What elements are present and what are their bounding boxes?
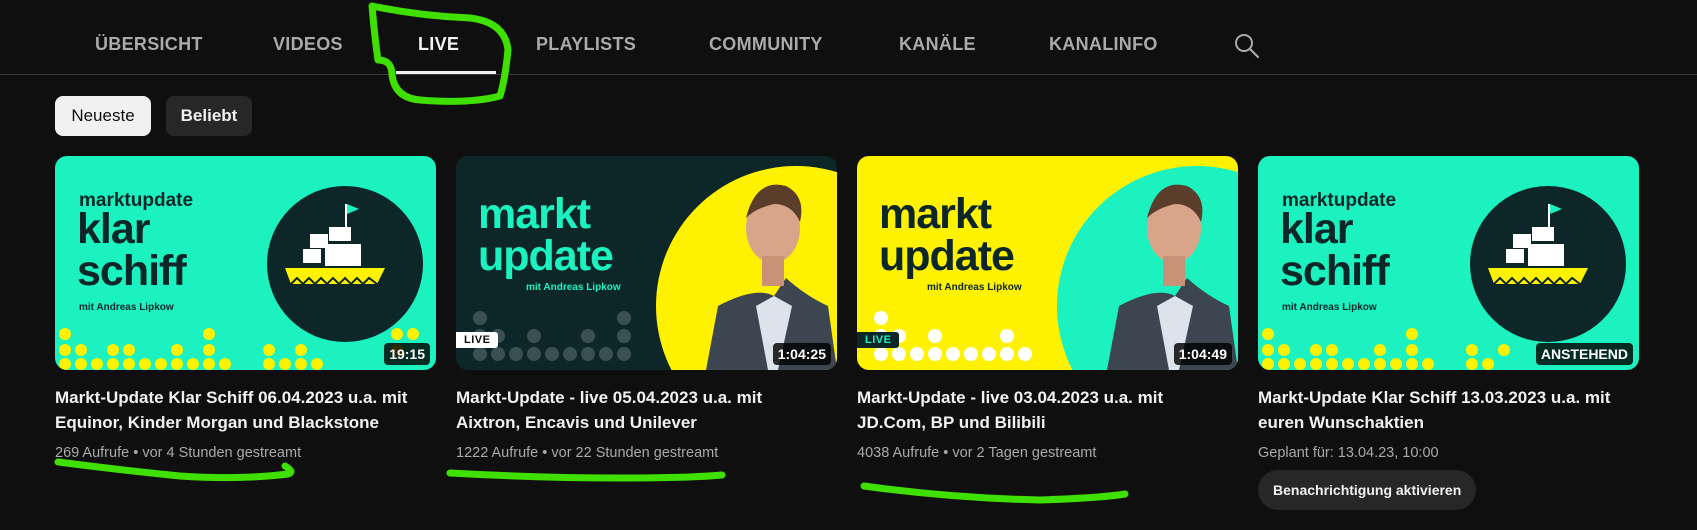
- thumbnail-subtitle: mit Andreas Lipkow: [1282, 302, 1377, 313]
- video-title-line: Equinor, Kinder Morgan und Blackstone: [55, 413, 379, 432]
- video-metadata: 1222 Aufrufe • vor 22 Stunden gestreamt: [456, 445, 719, 461]
- notify-button[interactable]: Benachrichtigung aktivieren: [1258, 470, 1477, 510]
- video-title-line: Markt-Update Klar Schiff 13.03.2023 u.a.…: [1258, 388, 1611, 407]
- thumbnail-headline-2: schiff: [1280, 247, 1390, 295]
- search-icon[interactable]: [1233, 32, 1261, 60]
- tab-channels[interactable]: KANÄLE: [899, 34, 976, 55]
- live-badge: LIVE: [857, 332, 900, 348]
- thumbnail-subtitle: mit Andreas Lipkow: [79, 302, 174, 313]
- tab-overview[interactable]: ÜBERSICHT: [95, 34, 203, 55]
- thumbnail-headline-1: klar: [1280, 205, 1354, 253]
- upcoming-badge: ANSTEHEND: [1535, 343, 1633, 365]
- annotation-underline: [54, 458, 295, 482]
- thumbnail-headline-1: markt: [879, 190, 992, 238]
- stream-age: vor 4 Stunden gestreamt: [142, 445, 302, 461]
- video-title-line: Markt-Update - live 05.04.2023 u.a. mit: [456, 388, 763, 407]
- video-thumbnail[interactable]: marktupdate klar schiff mit Andreas Lipk…: [55, 156, 436, 370]
- duration-badge: 1:04:49: [1173, 343, 1232, 365]
- thumbnail-headline-2: schiff: [77, 247, 187, 295]
- duration-badge: 1:04:25: [772, 343, 831, 365]
- tab-videos[interactable]: VIDEOS: [273, 34, 343, 55]
- live-badge: LIVE: [456, 332, 499, 348]
- stream-age: vor 2 Tagen gestreamt: [952, 445, 1097, 461]
- active-tab-indicator: [396, 71, 496, 74]
- stream-age: vor 22 Stunden gestreamt: [551, 445, 719, 461]
- tab-playlists[interactable]: PLAYLISTS: [536, 34, 636, 55]
- channel-tab-bar: ÜBERSICHT VIDEOS LIVE PLAYLISTS COMMUNIT…: [0, 0, 1697, 75]
- view-count: 4038 Aufrufe: [857, 445, 940, 461]
- filter-chip-newest[interactable]: Neueste: [55, 96, 151, 136]
- annotation-underline: [860, 482, 1129, 504]
- thumbnail-headline-1: klar: [77, 205, 151, 253]
- video-title-line: Markt-Update Klar Schiff 06.04.2023 u.a.…: [55, 388, 408, 407]
- video-thumbnail[interactable]: marktupdate klar schiff mit Andreas Lipk…: [1258, 156, 1639, 370]
- duration-badge: 19:15: [384, 343, 430, 365]
- thumbnail-subtitle: mit Andreas Lipkow: [526, 282, 621, 293]
- thumbnail-headline-2: update: [478, 232, 614, 280]
- video-metadata: 269 Aufrufe • vor 4 Stunden gestreamt: [55, 445, 302, 461]
- scheduled-time: Geplant für: 13.04.23, 10:00: [1258, 445, 1439, 461]
- video-title[interactable]: Markt-Update - live 03.04.2023 u.a. mit …: [857, 385, 1238, 435]
- thumbnail-headline-1: markt: [478, 190, 591, 238]
- tab-about[interactable]: KANALINFO: [1049, 34, 1158, 55]
- video-title-line: Markt-Update - live 03.04.2023 u.a. mit: [857, 388, 1164, 407]
- video-title-line: JD.Com, BP und Bilibili: [857, 413, 1046, 432]
- view-count: 1222 Aufrufe: [456, 445, 539, 461]
- video-metadata: 4038 Aufrufe • vor 2 Tagen gestreamt: [857, 445, 1097, 461]
- video-title[interactable]: Markt-Update - live 05.04.2023 u.a. mit …: [456, 385, 837, 435]
- view-count: 269 Aufrufe: [55, 445, 130, 461]
- thumbnail-subtitle: mit Andreas Lipkow: [927, 282, 1022, 293]
- video-title-line: euren Wunschaktien: [1258, 413, 1424, 432]
- video-title-line: Aixtron, Encavis und Unilever: [456, 413, 697, 432]
- annotation-underline: [446, 469, 726, 482]
- video-title[interactable]: Markt-Update Klar Schiff 13.03.2023 u.a.…: [1258, 385, 1639, 435]
- tab-live[interactable]: LIVE: [418, 34, 459, 55]
- tab-community[interactable]: COMMUNITY: [709, 34, 823, 55]
- video-thumbnail[interactable]: markt update mit Andreas Lipkow LIVE 1:0…: [857, 156, 1238, 370]
- video-title[interactable]: Markt-Update Klar Schiff 06.04.2023 u.a.…: [55, 385, 436, 435]
- thumbnail-headline-2: update: [879, 232, 1015, 280]
- video-thumbnail[interactable]: markt update mit Andreas Lipkow LIVE 1:0…: [456, 156, 837, 370]
- filter-chip-popular[interactable]: Beliebt: [166, 96, 252, 136]
